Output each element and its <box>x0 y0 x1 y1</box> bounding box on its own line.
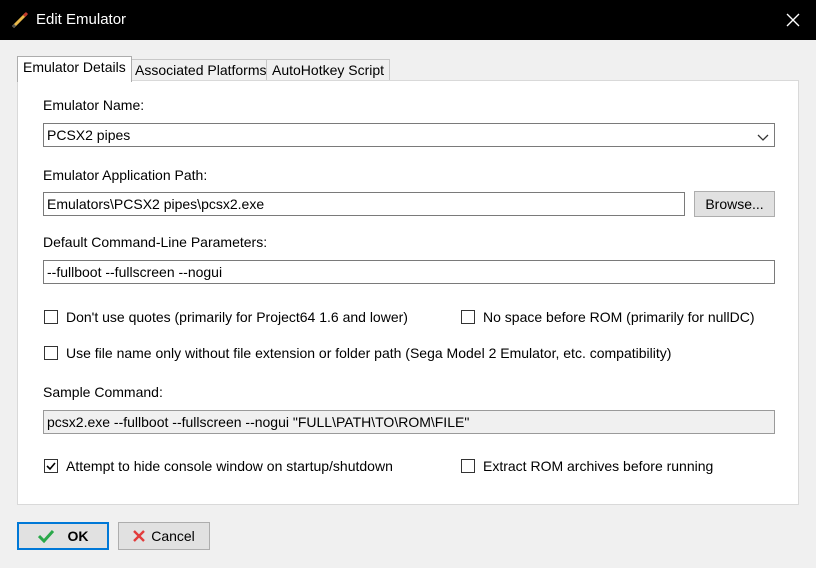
checkbox-box[interactable] <box>44 459 58 473</box>
checkbox-box[interactable] <box>44 310 58 324</box>
hide-console-label: Attempt to hide console window on startu… <box>66 458 393 474</box>
app-path-input[interactable]: Emulators\PCSX2 pipes\pcsx2.exe <box>43 192 685 216</box>
sample-command-field: pcsx2.exe --fullboot --fullscreen --nogu… <box>43 410 775 434</box>
checkmark-icon <box>37 529 54 543</box>
window-title: Edit Emulator <box>36 11 127 28</box>
extract-rom-label: Extract ROM archives before running <box>483 458 714 474</box>
sample-command-label: Sample Command: <box>43 384 163 400</box>
tab-autohotkey-script[interactable]: AutoHotkey Script <box>266 59 391 81</box>
file-name-only-checkbox[interactable]: Use file name only without file extensio… <box>44 345 671 361</box>
cmd-params-input[interactable]: --fullboot --fullscreen --nogui <box>43 260 775 284</box>
tab-panel: Emulator Name: PCSX2 pipes Emulator Appl… <box>17 80 799 505</box>
emulator-name-value: PCSX2 pipes <box>47 127 131 143</box>
ok-label: OK <box>67 528 89 544</box>
cancel-button[interactable]: Cancel <box>118 522 210 550</box>
emulator-name-label: Emulator Name: <box>43 97 145 113</box>
close-icon[interactable] <box>770 0 816 40</box>
checkbox-box[interactable] <box>461 459 475 473</box>
checkmark-icon <box>46 462 56 471</box>
cmd-params-label: Default Command-Line Parameters: <box>43 234 268 250</box>
extract-rom-checkbox[interactable]: Extract ROM archives before running <box>461 458 713 474</box>
browse-button[interactable]: Browse... <box>694 191 775 217</box>
app-path-label: Emulator Application Path: <box>43 167 208 183</box>
tab-associated-platforms[interactable]: Associated Platforms <box>129 59 273 81</box>
dont-use-quotes-label: Don't use quotes (primarily for Project6… <box>66 309 408 325</box>
no-space-before-rom-label: No space before ROM (primarily for nullD… <box>483 309 755 325</box>
no-space-before-rom-checkbox[interactable]: No space before ROM (primarily for nullD… <box>461 309 755 325</box>
title-bar: Edit Emulator <box>0 0 816 40</box>
file-name-only-label: Use file name only without file extensio… <box>66 345 672 361</box>
checkbox-box[interactable] <box>461 310 475 324</box>
tab-emulator-details[interactable]: Emulator Details <box>17 56 132 82</box>
hide-console-checkbox[interactable]: Attempt to hide console window on startu… <box>44 458 393 474</box>
ok-button[interactable]: OK <box>17 522 109 550</box>
x-icon <box>133 530 146 542</box>
pencil-icon <box>10 10 30 30</box>
checkbox-box[interactable] <box>44 346 58 360</box>
dont-use-quotes-checkbox[interactable]: Don't use quotes (primarily for Project6… <box>44 309 408 325</box>
chevron-down-icon[interactable] <box>756 128 770 142</box>
emulator-name-combo[interactable]: PCSX2 pipes <box>43 123 775 147</box>
cancel-label: Cancel <box>151 528 195 544</box>
